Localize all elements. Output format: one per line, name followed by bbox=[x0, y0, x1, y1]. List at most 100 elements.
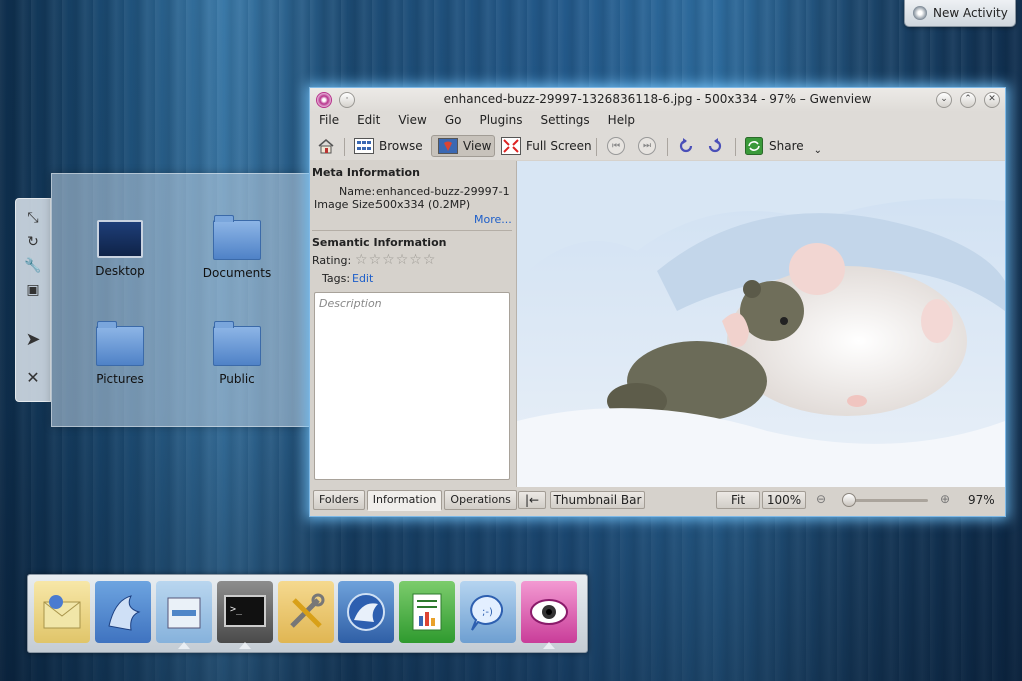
more-link[interactable]: More... bbox=[474, 213, 512, 226]
folder-item-public[interactable]: Public bbox=[187, 321, 287, 386]
chevron-down-icon[interactable]: ⌄ bbox=[814, 145, 822, 156]
main-toolbar: Browse View Full Screen ⏮ ⏭ Share ⌄ bbox=[310, 132, 1005, 160]
terminal-icon: >_ bbox=[224, 595, 266, 627]
task-indicator bbox=[543, 642, 555, 649]
window-title: enhanced-buzz-29997-1326836118-6.jpg - 5… bbox=[443, 92, 872, 106]
menu-go[interactable]: Go bbox=[436, 112, 471, 132]
view-button[interactable]: View bbox=[431, 135, 495, 157]
thumbnail-bar-label: Thumbnail Bar bbox=[553, 493, 642, 507]
task-indicator bbox=[178, 642, 190, 649]
rotate-left-button[interactable] bbox=[676, 135, 701, 157]
mail-icon bbox=[43, 595, 81, 629]
task-system-settings[interactable] bbox=[278, 581, 334, 643]
star-icon[interactable]: ☆ bbox=[369, 253, 382, 267]
star-icon[interactable]: ☆ bbox=[423, 253, 436, 267]
fullscreen-icon bbox=[501, 137, 521, 155]
svg-text:;-): ;-) bbox=[482, 607, 493, 618]
task-indicator bbox=[239, 642, 251, 649]
toolbar-separator bbox=[735, 138, 736, 156]
fullscreen-button[interactable]: Full Screen bbox=[501, 135, 592, 157]
fit-button[interactable]: Fit bbox=[716, 491, 760, 509]
gwenview-eye-icon bbox=[530, 599, 568, 625]
status-bar: |← Thumbnail Bar Fit 100% ⊖ ⊕ 97% bbox=[516, 490, 1004, 512]
spreadsheet-icon bbox=[412, 593, 442, 631]
title-bar[interactable]: · enhanced-buzz-29997-1326836118-6.jpg -… bbox=[310, 88, 1005, 112]
menu-settings[interactable]: Settings bbox=[531, 112, 598, 132]
task-panel: >_ ;-) bbox=[27, 574, 588, 653]
new-activity-label: New Activity bbox=[933, 6, 1008, 20]
dragon-icon bbox=[108, 595, 141, 631]
image-view[interactable] bbox=[516, 161, 1005, 487]
tab-operations[interactable]: Operations bbox=[444, 490, 517, 510]
move-pointer-icon[interactable]: ➤ bbox=[24, 331, 42, 349]
close-button[interactable]: ✕ bbox=[984, 92, 1000, 108]
next-image-icon[interactable]: ⏭ bbox=[638, 137, 656, 155]
home-button[interactable] bbox=[316, 135, 341, 157]
folder-label: Pictures bbox=[96, 372, 144, 386]
task-chat[interactable]: ;-) bbox=[460, 581, 516, 643]
expand-icon[interactable]: ▣ bbox=[24, 281, 42, 299]
zoom-100-label: 100% bbox=[766, 493, 802, 507]
task-terminal[interactable]: >_ bbox=[217, 581, 273, 649]
rating-label: Rating: bbox=[312, 254, 352, 267]
zoom-in-icon[interactable]: ⊕ bbox=[940, 492, 950, 506]
zoom-slider-handle[interactable] bbox=[842, 493, 856, 507]
star-icon[interactable]: ☆ bbox=[355, 253, 368, 267]
task-mail-app[interactable] bbox=[34, 581, 90, 643]
menu-file[interactable]: File bbox=[310, 112, 348, 132]
folder-item-pictures[interactable]: Pictures bbox=[70, 321, 170, 386]
task-browser[interactable] bbox=[338, 581, 394, 643]
view-label: View bbox=[463, 139, 492, 153]
folder-icon bbox=[213, 321, 261, 366]
fit-label: Fit bbox=[730, 493, 746, 507]
star-icon[interactable]: ☆ bbox=[396, 253, 409, 267]
task-kde-app[interactable] bbox=[95, 581, 151, 643]
thumbnail-bar-button[interactable]: Thumbnail Bar bbox=[550, 491, 645, 509]
name-value: enhanced-buzz-29997-1326836118-6.jpg bbox=[376, 185, 510, 198]
settings-wrench-icon[interactable]: 🔧 bbox=[24, 257, 42, 275]
tags-edit-link[interactable]: Edit bbox=[352, 272, 373, 285]
star-icon[interactable]: ☆ bbox=[382, 253, 395, 267]
share-button[interactable]: Share ⌄ bbox=[744, 135, 822, 157]
folder-icon bbox=[213, 215, 261, 260]
zoom-slider-track[interactable] bbox=[848, 499, 928, 502]
rotate-icon[interactable]: ↻ bbox=[24, 233, 42, 251]
folder-item-desktop[interactable]: Desktop bbox=[70, 220, 170, 278]
side-panel: Meta Information Name: enhanced-buzz-299… bbox=[310, 162, 515, 502]
folder-label: Desktop bbox=[95, 264, 145, 278]
rating-stars[interactable]: ☆ ☆ ☆ ☆ ☆ ☆ bbox=[355, 253, 435, 267]
menu-edit[interactable]: Edit bbox=[348, 112, 389, 132]
description-field[interactable]: Description bbox=[314, 292, 510, 480]
tab-folders[interactable]: Folders bbox=[313, 490, 365, 510]
menu-plugins[interactable]: Plugins bbox=[470, 112, 531, 132]
folder-item-documents[interactable]: Documents bbox=[187, 215, 287, 280]
toggle-sidebar-icon[interactable]: |← bbox=[518, 491, 546, 509]
menu-view[interactable]: View bbox=[389, 112, 435, 132]
maximize-button[interactable]: ⌃ bbox=[960, 92, 976, 108]
menu-help[interactable]: Help bbox=[599, 112, 644, 132]
browse-grid-icon bbox=[354, 137, 374, 155]
minimize-button[interactable]: ⌄ bbox=[936, 92, 952, 108]
view-image-icon bbox=[438, 137, 458, 155]
close-icon[interactable]: ✕ bbox=[24, 369, 42, 387]
browse-button[interactable]: Browse bbox=[354, 135, 423, 157]
previous-image-icon[interactable]: ⏮ bbox=[607, 137, 625, 155]
new-activity-button[interactable]: New Activity bbox=[904, 0, 1016, 27]
tags-label: Tags: bbox=[322, 272, 351, 285]
size-value: 500x334 (0.2MP) bbox=[376, 198, 471, 211]
zoom-100-button[interactable]: 100% bbox=[762, 491, 806, 509]
activity-icon bbox=[913, 6, 927, 20]
tab-information[interactable]: Information bbox=[366, 490, 443, 511]
zoom-out-icon[interactable]: ⊖ bbox=[816, 492, 826, 506]
home-icon bbox=[316, 137, 336, 155]
task-file-manager[interactable] bbox=[156, 581, 212, 649]
task-gwenview[interactable] bbox=[521, 581, 577, 649]
desktop-folder-icon bbox=[97, 220, 143, 258]
task-spreadsheet[interactable] bbox=[399, 581, 455, 643]
widget-handle[interactable]: ⤡ ↻ 🔧 ▣ ➤ ✕ bbox=[15, 198, 51, 402]
resize-icon[interactable]: ⤡ bbox=[24, 209, 42, 227]
svg-text:>_: >_ bbox=[230, 604, 243, 615]
rotate-right-button[interactable] bbox=[705, 135, 730, 157]
description-placeholder: Description bbox=[319, 297, 382, 310]
star-icon[interactable]: ☆ bbox=[409, 253, 422, 267]
